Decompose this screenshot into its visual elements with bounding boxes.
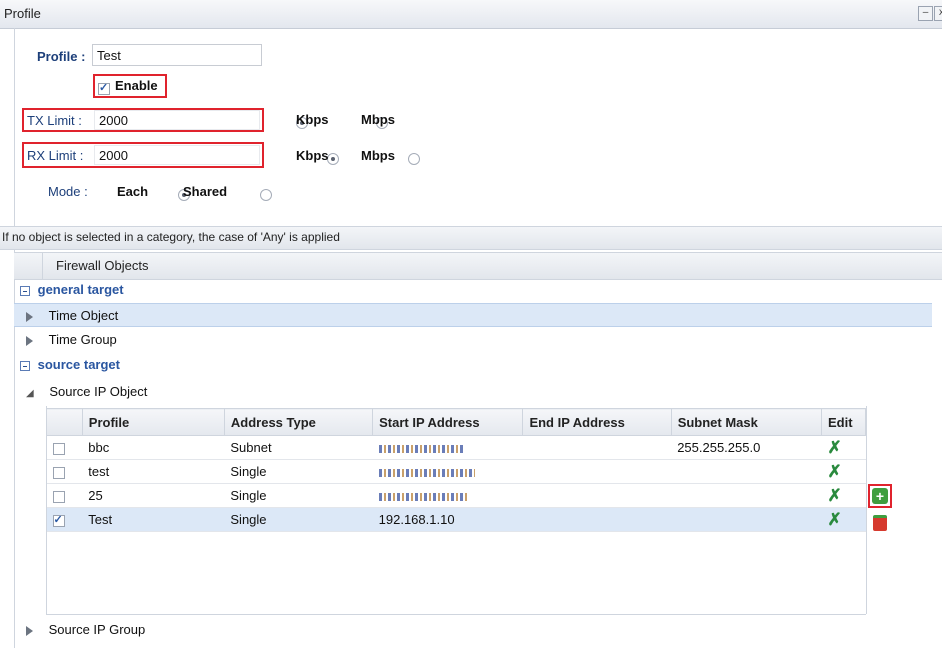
source-ip-object-label: Source IP Object <box>49 384 148 399</box>
tree-item-source-ip-object[interactable]: ◢ Source IP Object <box>14 380 932 404</box>
cell-profile: Test <box>82 507 225 532</box>
cell-profile: test <box>82 459 225 484</box>
firewall-objects-title: Firewall Objects <box>56 258 149 273</box>
cell-start-ip <box>372 459 523 484</box>
cell-start-ip: 192.168.1.10 <box>372 507 523 532</box>
edit-tools-icon[interactable]: ✗ <box>827 486 841 505</box>
table-row[interactable]: test Single ✗ <box>46 459 866 484</box>
profile-input[interactable]: Test <box>92 44 262 66</box>
rx-kbps-radio[interactable] <box>326 152 339 165</box>
col-subnet-mask[interactable]: Subnet Mask <box>670 408 822 436</box>
table-row[interactable]: Test Single 192.168.1.10 ✗ <box>46 507 866 532</box>
mode-label: Mode : <box>48 184 88 199</box>
table-right-border <box>866 406 867 614</box>
cell-subnet-mask: 255.255.255.0 <box>671 435 822 460</box>
cell-subnet-mask <box>671 459 822 484</box>
cell-profile: 25 <box>82 483 225 508</box>
enable-checkbox[interactable] <box>98 81 110 95</box>
cell-start-ip <box>372 435 523 460</box>
mode-shared-label: Shared <box>183 184 228 199</box>
cell-end-ip <box>522 459 672 484</box>
time-group-label: Time Group <box>48 332 117 347</box>
table-empty-area <box>46 542 866 615</box>
row-checkbox[interactable] <box>52 490 65 503</box>
source-target-label: source target <box>37 357 120 372</box>
profile-label: Profile : <box>37 49 86 64</box>
mode-shared-radio[interactable] <box>259 188 272 201</box>
enable-label: Enable <box>115 78 158 93</box>
edit-tools-icon[interactable]: ✗ <box>827 510 841 529</box>
cell-address-type: Subnet <box>224 435 373 460</box>
notice-bar: If no object is selected in a category, … <box>0 226 942 250</box>
general-target-label: general target <box>37 282 124 297</box>
source-ip-object-table: Profile Address Type Start IP Address En… <box>46 408 867 532</box>
collapse-icon[interactable] <box>20 285 30 296</box>
expand-arrow-icon[interactable] <box>26 335 33 346</box>
rx-limit-input[interactable]: 2000 <box>94 145 260 165</box>
table-row[interactable]: 25 Single ✗ <box>46 483 866 508</box>
redacted-ip <box>378 468 475 477</box>
col-end-ip[interactable]: End IP Address <box>522 408 672 436</box>
expanded-arrow-icon[interactable]: ◢ <box>26 388 34 399</box>
add-object-button[interactable]: + <box>872 488 888 504</box>
tx-mbps-label: Mbps <box>361 112 395 127</box>
row-checkbox[interactable] <box>52 442 65 455</box>
table-row[interactable]: bbc Subnet 255.255.255.0 ✗ <box>46 435 866 460</box>
window-title: Profile <box>4 6 41 21</box>
expand-arrow-icon[interactable] <box>26 311 33 322</box>
cell-profile: bbc <box>82 435 225 460</box>
rx-limit-label: RX Limit : <box>27 148 84 163</box>
cell-start-ip <box>372 483 523 508</box>
general-target-group[interactable]: general target <box>14 278 942 302</box>
cell-end-ip <box>522 483 672 508</box>
col-start-ip[interactable]: Start IP Address <box>372 408 524 436</box>
tx-limit-label: TX Limit : <box>27 113 82 128</box>
close-button[interactable]: x <box>934 6 942 21</box>
window-titlebar: Profile – x <box>0 0 942 29</box>
rx-kbps-label: Kbps <box>296 148 329 163</box>
rx-mbps-label: Mbps <box>361 148 395 163</box>
expand-arrow-icon[interactable] <box>26 625 33 636</box>
rx-mbps-radio[interactable] <box>407 152 420 165</box>
table-header-row: Profile Address Type Start IP Address En… <box>46 408 867 436</box>
col-edit[interactable]: Edit <box>820 408 867 436</box>
delete-object-button[interactable] <box>873 515 887 531</box>
cell-subnet-mask <box>671 507 822 532</box>
row-checkbox[interactable] <box>52 513 65 527</box>
cell-address-type: Single <box>224 507 373 532</box>
mode-each-label: Each <box>117 184 149 199</box>
edit-tools-icon[interactable]: ✗ <box>827 438 841 457</box>
edit-tools-icon[interactable]: ✗ <box>827 462 841 481</box>
redacted-ip <box>378 492 469 501</box>
tree-item-time-group[interactable]: Time Group <box>14 328 932 352</box>
cell-address-type: Single <box>224 483 373 508</box>
col-check <box>46 408 83 436</box>
tx-kbps-label: Kbps <box>296 112 329 127</box>
row-checkbox[interactable] <box>52 466 65 479</box>
source-target-group[interactable]: source target <box>14 353 942 377</box>
cell-end-ip <box>522 435 672 460</box>
col-address-type[interactable]: Address Type <box>223 408 374 436</box>
redacted-ip <box>378 444 463 453</box>
cell-address-type: Single <box>224 459 373 484</box>
collapse-icon[interactable] <box>20 360 30 371</box>
cell-subnet-mask <box>671 483 822 508</box>
tree-item-time-object[interactable]: Time Object <box>14 303 932 327</box>
cell-end-ip <box>522 507 672 532</box>
time-object-label: Time Object <box>48 308 119 323</box>
tree-item-source-ip-group[interactable]: Source IP Group <box>14 618 932 642</box>
tx-limit-input[interactable]: 2000 <box>94 110 260 130</box>
minimize-button[interactable]: – <box>918 6 933 21</box>
firewall-objects-header: Firewall Objects <box>14 252 942 280</box>
notice-text: If no object is selected in a category, … <box>2 230 340 244</box>
source-ip-group-label: Source IP Group <box>48 622 146 637</box>
col-profile[interactable]: Profile <box>81 408 225 436</box>
